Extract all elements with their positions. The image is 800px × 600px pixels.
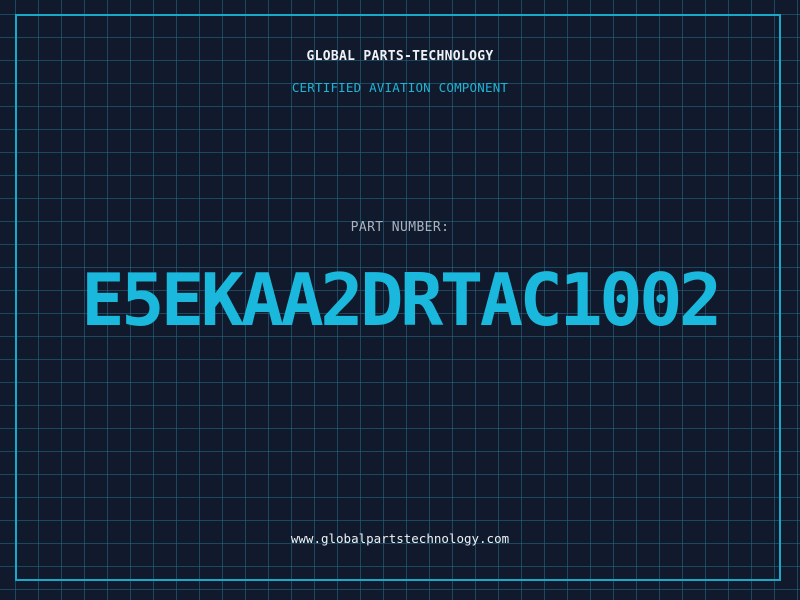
website-url: www.globalpartstechnology.com [290,531,510,546]
part-number-label: PART NUMBER: [350,220,450,235]
certification-subtitle: CERTIFIED AVIATION COMPONENT [291,80,509,95]
part-number-value: E5EKAA2DRTAC1002 [81,258,722,342]
brand-name: GLOBAL PARTS-TECHNOLOGY [306,49,494,64]
